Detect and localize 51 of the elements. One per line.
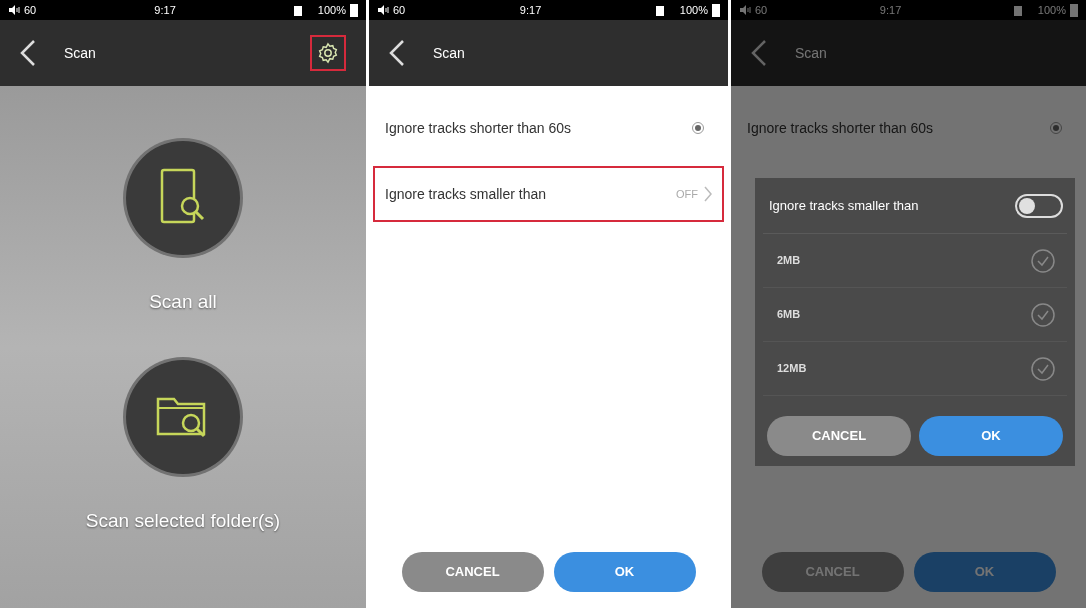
speaker-icon (739, 5, 751, 15)
cancel-button[interactable]: CANCEL (401, 552, 544, 592)
back-button[interactable] (20, 39, 36, 67)
clock: 9:17 (154, 2, 176, 18)
size-option[interactable]: 12MB (763, 342, 1067, 396)
cancel-button[interactable]: CANCEL (767, 416, 911, 456)
settings-button[interactable] (310, 35, 346, 71)
check-circle-icon[interactable] (1031, 356, 1055, 381)
battery-percent: 100% (679, 2, 708, 18)
option-label: 2MB (777, 253, 802, 269)
action-label: Scan all (149, 290, 217, 314)
sd-card-icon (293, 4, 302, 16)
clock: 9:17 (519, 2, 542, 18)
volume-level: 60 (755, 2, 768, 18)
size-option[interactable]: 2MB (763, 234, 1067, 288)
row-label: Ignore tracks shorter than 60s (385, 118, 572, 138)
ok-button[interactable]: OK (553, 552, 696, 592)
row-value: OFF (676, 186, 698, 202)
settings-row[interactable]: Ignore tracks smaller than OFF (373, 166, 724, 222)
screen-title: Scan (433, 43, 466, 63)
row-label: Ignore tracks smaller than (385, 184, 548, 204)
settings-row[interactable]: Ignore tracks shorter than 60s (373, 100, 724, 156)
sd-card-icon (655, 4, 664, 16)
volume-level: 60 (24, 2, 37, 18)
sd-card-icon (1013, 4, 1022, 16)
screen-title: Scan (64, 43, 97, 63)
row-label: Ignore tracks shorter than 60s (747, 118, 934, 138)
battery-percent: 100% (1037, 2, 1066, 18)
check-circle-icon[interactable] (1031, 302, 1055, 327)
clock: 9:17 (879, 2, 902, 18)
battery-icon (1070, 3, 1078, 17)
ok-button[interactable]: OK (919, 416, 1063, 456)
battery-icon (712, 3, 720, 17)
check-circle-icon[interactable] (1031, 248, 1055, 273)
back-button[interactable] (389, 39, 405, 67)
volume-level: 60 (393, 2, 406, 18)
toggle-switch[interactable] (1015, 193, 1063, 218)
settings-row[interactable]: Ignore tracks shorter than 60s (735, 100, 1082, 156)
settings-icon (317, 42, 339, 64)
speaker-icon (377, 5, 389, 15)
option-label: 6MB (777, 307, 802, 323)
chevron-right-icon (704, 186, 712, 202)
ok-button[interactable]: OK (913, 552, 1056, 592)
option-label: 12MB (777, 361, 808, 377)
speaker-icon (8, 5, 20, 15)
action-label: Scan selected folder(s) (85, 508, 281, 533)
battery-percent: 100% (317, 2, 346, 18)
screen-title: Scan (795, 43, 828, 63)
battery-icon (350, 3, 358, 17)
size-option[interactable]: 6MB (763, 288, 1067, 342)
dialog-title: Ignore tracks smaller than (769, 196, 920, 215)
